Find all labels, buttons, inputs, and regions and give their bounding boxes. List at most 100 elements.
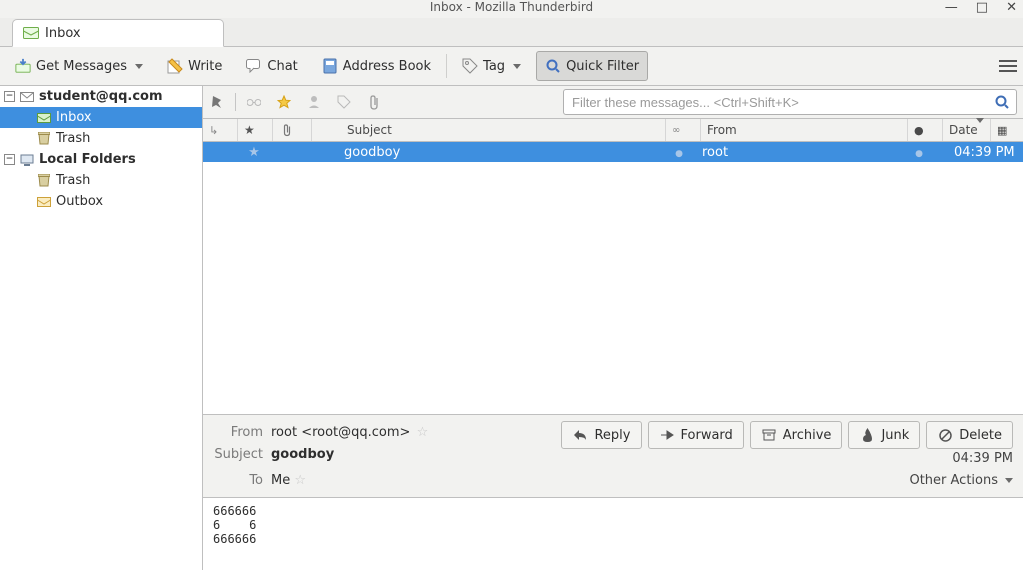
quick-filter-bar [203,86,1023,119]
delete-icon [937,427,953,443]
to-value[interactable]: Me [271,473,290,488]
to-label: To [213,473,263,488]
sort-desc-icon [973,123,984,137]
chevron-down-icon [135,64,143,69]
folder-label: Outbox [56,194,103,209]
pin-icon[interactable] [209,94,225,110]
tag-filter-icon[interactable] [336,94,352,110]
window-maximize-button[interactable]: □ [976,0,988,15]
address-book-button[interactable]: Address Book [313,51,440,81]
read-icon: ∞ [672,125,680,136]
write-button[interactable]: Write [158,51,231,81]
local-folders-row[interactable]: − Local Folders [0,149,202,170]
message-preview-header: From root <root@qq.com> ☆ Subject goodbo… [203,415,1023,498]
account-name: student@qq.com [39,89,163,104]
folder-label: Trash [56,173,90,188]
thread-icon: ↳ [209,124,218,137]
col-subject[interactable]: Subject [312,119,666,141]
chevron-down-icon [513,64,521,69]
junk-dot-icon[interactable]: ● [915,149,923,159]
inbox-icon [23,25,39,41]
message-row[interactable]: ★ goodboy ● root ● 04:39 PM [203,142,1023,162]
address-book-label: Address Book [343,59,431,74]
search-icon [545,58,561,74]
unread-filter-icon[interactable] [246,94,262,110]
col-star[interactable]: ★ [238,119,273,141]
chat-icon [246,58,262,74]
folder-label: Trash [56,131,90,146]
filter-search-box[interactable] [563,89,1017,115]
tag-button[interactable]: Tag [453,51,530,81]
from-value[interactable]: root <root@qq.com> [271,425,410,440]
account-row[interactable]: − student@qq.com [0,86,202,107]
col-attachment[interactable] [273,119,312,141]
attachment-icon [279,122,295,138]
col-junk[interactable]: ● [908,119,943,141]
outbox-icon [36,194,52,210]
col-read[interactable]: ∞ [666,119,701,141]
subject-label: Subject [213,447,263,462]
computer-icon [19,152,35,168]
star-icon: ★ [244,123,255,137]
main-toolbar: Get Messages Write Chat Address Book [0,47,1023,86]
other-actions-button[interactable]: Other Actions [909,473,1013,488]
tag-label: Tag [483,59,505,74]
search-icon[interactable] [994,94,1010,110]
quick-filter-button[interactable]: Quick Filter [536,51,648,81]
from-label: From [213,425,263,440]
get-messages-label: Get Messages [36,59,127,74]
read-dot-icon[interactable]: ● [675,149,683,159]
folder-label: Inbox [56,110,92,125]
message-body[interactable]: 666666 6 6 666666 [203,498,1023,570]
local-folders-label: Local Folders [39,152,136,167]
write-icon [167,58,183,74]
folder-local-trash[interactable]: Trash [0,170,202,191]
inbox-icon [36,110,52,126]
window-title: Inbox - Mozilla Thunderbird [430,0,593,14]
hamburger-menu-button[interactable] [999,60,1017,72]
archive-button[interactable]: Archive [750,421,843,449]
delete-button[interactable]: Delete [926,421,1013,449]
collapse-icon[interactable]: − [4,154,15,165]
star-icon[interactable]: ☆ [292,472,308,488]
col-date[interactable]: Date [943,119,991,141]
tab-strip: Inbox [0,18,1023,47]
reply-icon [572,427,588,443]
message-list-header: ↳ ★ Subject ∞ From ● Date ▦ [203,119,1023,142]
preview-date: 04:39 PM [952,451,1013,466]
star-icon[interactable]: ☆ [414,424,430,440]
subject-value: goodboy [271,447,334,462]
msg-subject: goodboy [309,145,662,160]
archive-icon [761,427,777,443]
folder-trash[interactable]: Trash [0,128,202,149]
quick-filter-label: Quick Filter [566,59,639,74]
window-close-button[interactable]: ✕ [1006,0,1017,15]
attachment-filter-icon[interactable] [366,94,382,110]
junk-button[interactable]: Junk [848,421,920,449]
msg-date: 04:39 PM [936,145,1023,160]
contact-filter-icon[interactable] [306,94,322,110]
tab-label: Inbox [45,26,81,41]
col-picker[interactable]: ▦ [991,119,1023,141]
star-filter-icon[interactable] [276,94,292,110]
reply-button[interactable]: Reply [561,421,641,449]
message-list[interactable]: ★ goodboy ● root ● 04:39 PM [203,142,1023,415]
folder-outbox[interactable]: Outbox [0,191,202,212]
folder-inbox[interactable]: Inbox [0,107,202,128]
folder-tree: − student@qq.com Inbox Trash − Local Fol… [0,86,203,570]
forward-button[interactable]: Forward [648,421,744,449]
column-picker-icon: ▦ [997,124,1007,137]
window-minimize-button[interactable]: — [945,0,958,15]
get-messages-button[interactable]: Get Messages [6,51,152,81]
chevron-down-icon [1005,478,1013,483]
tab-inbox[interactable]: Inbox [12,19,224,47]
collapse-icon[interactable]: − [4,91,15,102]
download-mail-icon [15,58,31,74]
col-from[interactable]: From [701,119,908,141]
book-icon [322,58,338,74]
star-icon[interactable]: ★ [248,145,260,160]
filter-input[interactable] [570,94,994,111]
flame-icon [859,427,875,443]
col-thread[interactable]: ↳ [203,119,238,141]
chat-button[interactable]: Chat [237,51,306,81]
